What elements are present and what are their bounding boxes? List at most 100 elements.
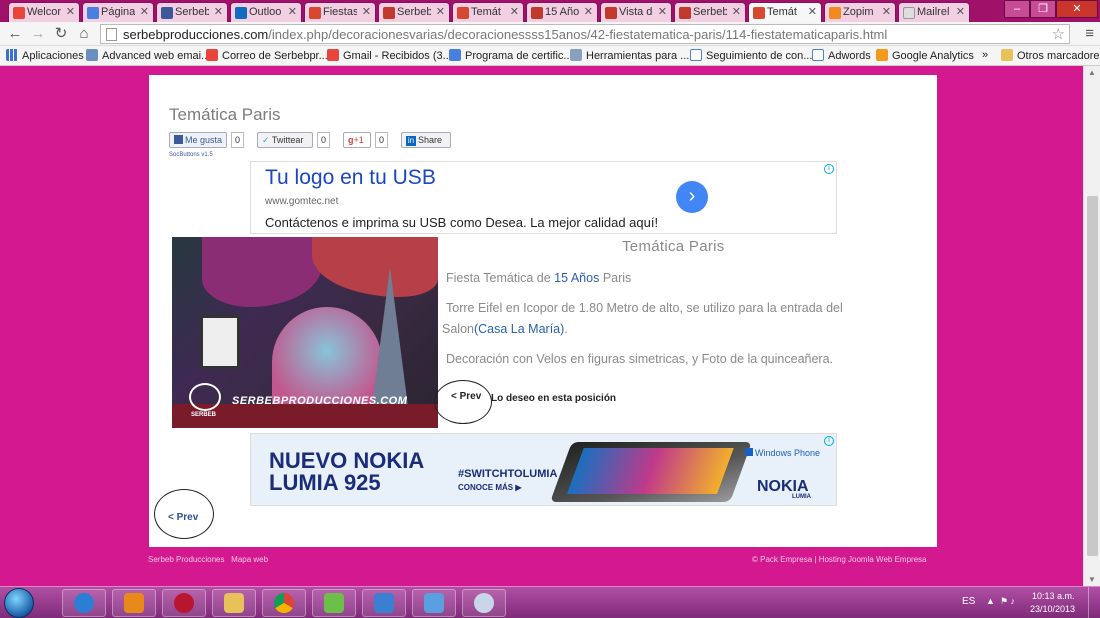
tray-expand-icon[interactable]: ▲ bbox=[986, 596, 995, 606]
feed-icon[interactable] bbox=[312, 589, 356, 617]
bookmark-apps[interactable]: Aplicaciones bbox=[6, 49, 84, 62]
close-tab-icon[interactable]: ✕ bbox=[510, 5, 519, 18]
ad-nokia-banner[interactable]: NUEVO NOKIA LUMIA 925 #SWITCHTOLUMIA CONO… bbox=[250, 433, 837, 506]
close-tab-icon[interactable]: ✕ bbox=[956, 5, 965, 18]
tab-gmail[interactable]: Welcor ✕ bbox=[8, 2, 80, 22]
bookmark-gmail[interactable]: Gmail - Recibidos (3... bbox=[327, 49, 452, 62]
folder-icon bbox=[1001, 49, 1013, 61]
gmail-icon bbox=[206, 49, 218, 61]
facebook-like-button[interactable]: Me gusta bbox=[169, 132, 227, 148]
home-icon[interactable]: ⌂ bbox=[75, 25, 93, 43]
bookmark-google-analytics[interactable]: Google Analytics bbox=[876, 49, 974, 62]
system-tray[interactable]: ▲ ⚑ ♪ bbox=[986, 596, 1015, 607]
paragraph-3: Decoración con Velos en figuras simetric… bbox=[446, 352, 834, 366]
ad-text: Contáctenos e imprima su USB como Desea.… bbox=[265, 215, 659, 230]
chrome-icon[interactable] bbox=[262, 589, 306, 617]
ad-nokia-cta[interactable]: CONOCE MÁS ▶ bbox=[458, 483, 522, 492]
language-indicator[interactable]: ES bbox=[962, 596, 975, 607]
ad-go-arrow-icon[interactable]: › bbox=[676, 181, 708, 213]
close-tab-icon[interactable]: ✕ bbox=[808, 5, 817, 18]
start-button-icon[interactable] bbox=[4, 588, 34, 618]
show-desktop-button[interactable] bbox=[1088, 587, 1100, 618]
tab-serbeb[interactable]: Serbeb ✕ bbox=[378, 2, 450, 22]
tray-flag-icon[interactable]: ⚑ bbox=[1000, 596, 1008, 606]
clock-time[interactable]: 10:13 a.m. bbox=[1032, 591, 1075, 601]
tweet-count: 0 bbox=[317, 132, 331, 148]
tab-15-anos[interactable]: 15 Años✕ bbox=[526, 2, 598, 22]
close-tab-icon[interactable]: ✕ bbox=[288, 5, 297, 18]
forward-icon[interactable]: → bbox=[29, 25, 47, 43]
prev-link-inline[interactable]: < Prev bbox=[451, 391, 481, 402]
socbuttons-credit[interactable]: SocButtons v1.5 bbox=[169, 152, 213, 158]
bookmark-programa-certificacion[interactable]: Programa de certific... bbox=[449, 49, 573, 62]
phone-screen bbox=[566, 448, 734, 494]
scrollbar-thumb[interactable] bbox=[1087, 196, 1098, 556]
tool-icon[interactable] bbox=[412, 589, 456, 617]
tab-mailrelay[interactable]: Mailrel ✕ bbox=[898, 2, 970, 22]
bookmark-advanced-web-email[interactable]: Advanced web emai... bbox=[86, 49, 210, 62]
tab-serbeb-facebook[interactable]: Serbeb ✕ bbox=[156, 2, 228, 22]
twitter-tweet-button[interactable]: ✓ Twittear bbox=[257, 132, 313, 148]
media-player-icon[interactable] bbox=[112, 589, 156, 617]
ad-nokia-hashtag: #SWITCHTOLUMIA bbox=[458, 468, 558, 480]
tab-tematica-active[interactable]: Temát ✕ bbox=[748, 2, 822, 22]
close-tab-icon[interactable]: ✕ bbox=[732, 5, 741, 18]
clock-date[interactable]: 23/10/2013 bbox=[1030, 604, 1075, 614]
address-bar[interactable]: serbebproducciones.com/index.php/decorac… bbox=[100, 24, 1070, 44]
bookmark-seguimiento[interactable]: Seguimiento de con... bbox=[690, 49, 812, 62]
tab-outlook[interactable]: Outloo ✕ bbox=[230, 2, 302, 22]
close-tab-icon[interactable]: ✕ bbox=[214, 5, 223, 18]
paint-icon[interactable] bbox=[462, 589, 506, 617]
ad-title[interactable]: Tu logo en tu USB bbox=[265, 166, 436, 190]
scroll-up-icon[interactable]: ▲ bbox=[1088, 68, 1096, 77]
bookmark-correo-serbeb[interactable]: Correo de Serbebpr... bbox=[206, 49, 328, 62]
close-tab-icon[interactable]: ✕ bbox=[140, 5, 149, 18]
page-scrollbar[interactable]: ▲ ▼ bbox=[1083, 66, 1100, 586]
ie-icon[interactable] bbox=[62, 589, 106, 617]
ad-url[interactable]: www.gomtec.net bbox=[265, 196, 338, 207]
bookmark-star-icon[interactable]: ☆ bbox=[1052, 25, 1065, 43]
bookmark-otros-marcadores[interactable]: Otros marcadores bbox=[1001, 49, 1100, 62]
bookmarks-overflow[interactable]: » bbox=[982, 49, 988, 61]
windows-logo-icon bbox=[745, 448, 753, 456]
back-icon[interactable]: ← bbox=[6, 25, 24, 43]
scroll-down-icon[interactable]: ▼ bbox=[1088, 575, 1096, 584]
volume-icon[interactable]: ♪ bbox=[1011, 596, 1016, 606]
prev-link-bottom[interactable]: < Prev bbox=[168, 512, 198, 523]
close-tab-icon[interactable]: ✕ bbox=[658, 5, 667, 18]
footer-link-home[interactable]: Serbeb Producciones bbox=[148, 555, 225, 564]
tab-tematica[interactable]: Temát ✕ bbox=[452, 2, 524, 22]
bookmark-herramientas[interactable]: Herramientas para ... bbox=[570, 49, 689, 62]
close-tab-icon[interactable]: ✕ bbox=[66, 5, 75, 18]
fox-icon[interactable] bbox=[162, 589, 206, 617]
ad-info-icon[interactable]: i bbox=[824, 164, 834, 174]
apps-icon bbox=[6, 49, 18, 61]
close-tab-icon[interactable]: ✕ bbox=[436, 5, 445, 18]
link-15-anos[interactable]: 15 Años bbox=[554, 271, 599, 285]
photo-viewer-icon[interactable] bbox=[362, 589, 406, 617]
tab-serbeb-2[interactable]: Serbeb ✕ bbox=[674, 2, 746, 22]
google-plus-one-button[interactable]: g+1 bbox=[343, 132, 371, 148]
tab-pagina[interactable]: Página ✕ bbox=[82, 2, 154, 22]
reload-icon[interactable]: ↻ bbox=[52, 25, 70, 43]
close-window-button[interactable]: ✕ bbox=[1056, 0, 1098, 18]
minimize-button[interactable]: – bbox=[1004, 0, 1030, 18]
close-tab-icon[interactable]: ✕ bbox=[584, 5, 593, 18]
joomla-icon bbox=[457, 7, 469, 19]
ad-usb-banner[interactable]: Tu logo en tu USB www.gomtec.net Contáct… bbox=[250, 161, 837, 234]
tab-zopim[interactable]: Zopim ✕ bbox=[824, 2, 896, 22]
link-casa-la-maria[interactable]: (Casa La María) bbox=[474, 322, 564, 336]
explorer-icon[interactable] bbox=[212, 589, 256, 617]
linkedin-share-button[interactable]: in Share bbox=[401, 132, 451, 148]
close-tab-icon[interactable]: ✕ bbox=[882, 5, 891, 18]
photo-logo-text: SERBEB bbox=[191, 412, 217, 418]
tab-fiestas[interactable]: Fiestas ✕ bbox=[304, 2, 376, 22]
tab-vista-de[interactable]: Vista de✕ bbox=[600, 2, 672, 22]
footer-link-sitemap[interactable]: Mapa web bbox=[231, 555, 268, 564]
ad-info-icon[interactable]: i bbox=[824, 436, 834, 446]
menu-icon[interactable]: ≡ bbox=[1085, 25, 1094, 42]
maximize-button[interactable]: ❐ bbox=[1030, 0, 1056, 18]
serbeb-icon bbox=[531, 7, 543, 19]
close-tab-icon[interactable]: ✕ bbox=[362, 5, 371, 18]
bookmark-adwords[interactable]: Adwords bbox=[812, 49, 871, 62]
